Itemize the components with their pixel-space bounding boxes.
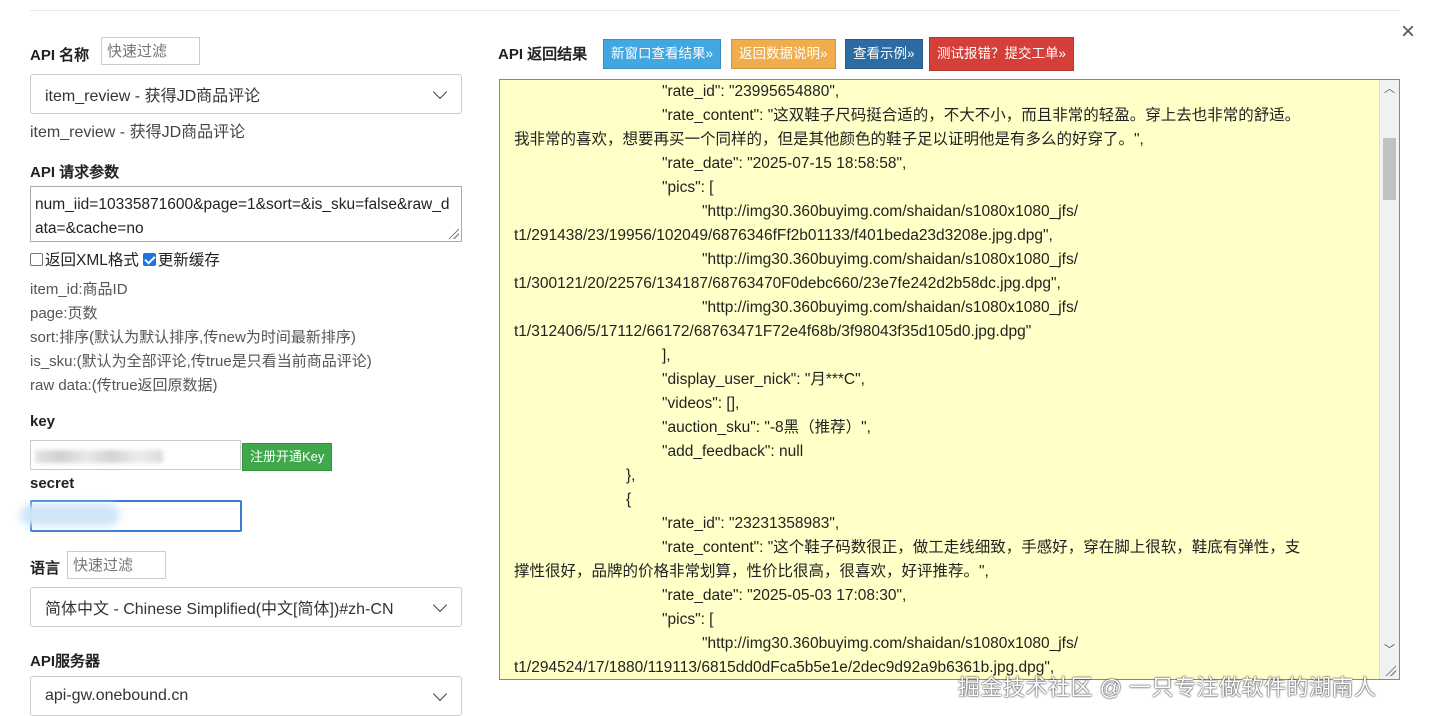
result-line: "auction_sku": "-8黑（推荐）",: [662, 419, 871, 436]
register-key-button[interactable]: 注册开通Key: [242, 443, 333, 471]
top-divider: [30, 10, 1400, 11]
result-line: "rate_id": "23995654880",: [662, 83, 840, 100]
resize-handle-icon[interactable]: [1384, 664, 1396, 676]
key-input[interactable]: [30, 440, 241, 470]
submit-ticket-button[interactable]: 测试报错？提交工单»: [929, 37, 1075, 71]
result-line: "pics": [: [662, 611, 714, 628]
params-textarea[interactable]: num_iid=10335871600&page=1&sort=&is_sku=…: [30, 186, 462, 242]
xml-checkbox[interactable]: [30, 252, 43, 266]
result-textarea[interactable]: "rate_id": "23995654880", "rate_content":…: [499, 79, 1400, 680]
data-description-button[interactable]: 返回数据说明»: [731, 39, 836, 69]
chevron-down-icon: [432, 597, 448, 612]
scroll-down-icon[interactable]: ﹀: [1384, 645, 1395, 656]
language-filter-input[interactable]: [67, 551, 166, 579]
cache-checkbox[interactable]: [142, 252, 156, 266]
desc-sort: sort:排序(默认为默认排序,传new为时间最新排序): [30, 329, 356, 346]
api-select[interactable]: item_review - 获得JD商品评论: [30, 74, 462, 114]
language-select-value: 简体中文 - Chinese Simplified(中文[简体])#zh-CN: [45, 601, 394, 618]
result-line: 我非常的喜欢，想要再买一个同样的，但是其他颜色的鞋子足以证明他是有多么的好穿了。…: [514, 131, 1144, 148]
result-line: t1/291438/23/19956/102049/6876346fFf2b01…: [514, 227, 1053, 244]
result-title: API 返回结果: [498, 46, 588, 63]
result-line: "http://img30.360buyimg.com/shaidan/s108…: [702, 203, 1079, 220]
result-line: 撑性很好，品牌的价格非常划算，性价比很高，很喜欢，好评推荐。",: [514, 563, 989, 580]
desc-is-sku: is_sku:(默认为全部评论,传true是只看当前商品评论): [30, 353, 372, 370]
open-new-window-button[interactable]: 新窗口查看结果»: [603, 39, 722, 69]
view-example-button[interactable]: 查看示例»: [845, 39, 923, 69]
watermark: 掘金技术社区 @ 一只专注做软件的湖南人: [958, 675, 1377, 700]
desc-raw-data: raw data:(传true返回原数据): [30, 377, 218, 394]
secret-label: secret: [30, 475, 75, 492]
scroll-thumb[interactable]: [1383, 138, 1396, 200]
result-line: "add_feedback": null: [662, 443, 804, 460]
result-content: "rate_id": "23995654880", "rate_content":…: [514, 80, 1372, 679]
params-value: num_iid=10335871600&page=1&sort=&is_sku=…: [35, 196, 450, 237]
params-label: API 请求参数: [30, 164, 120, 181]
chevron-down-icon: [432, 686, 448, 701]
result-line: t1/300121/20/22576/134187/68763470F0debc…: [514, 275, 1061, 292]
result-line: },: [626, 467, 636, 484]
result-line: "rate_content": "这双鞋子尺码挺合适的，不大不小，而且非常的轻盈…: [662, 107, 1301, 124]
resize-handle-icon[interactable]: [447, 227, 459, 239]
server-label: API服务器: [30, 653, 101, 670]
result-scrollbar[interactable]: ︿ ﹀: [1379, 80, 1399, 679]
result-line: "http://img30.360buyimg.com/shaidan/s108…: [702, 299, 1079, 316]
result-line: "http://img30.360buyimg.com/shaidan/s108…: [702, 251, 1079, 268]
api-select-value: item_review - 获得JD商品评论: [45, 88, 261, 105]
xml-checkbox-label: 返回XML格式: [45, 252, 139, 269]
result-line: "rate_date": "2025-05-03 17:08:30",: [662, 587, 907, 604]
result-line: {: [626, 491, 632, 508]
result-line: "rate_content": "这个鞋子码数很正，做工走线细致，手感好，穿在脚…: [662, 539, 1301, 556]
key-redacted: [35, 450, 163, 463]
result-line: ],: [662, 347, 671, 364]
chevron-down-icon: [432, 84, 448, 99]
result-line: "rate_id": "23231358983",: [662, 515, 840, 532]
result-line: "http://img30.360buyimg.com/shaidan/s108…: [702, 635, 1079, 652]
param-descriptions: item_id:商品ID page:页数 sort:排序(默认为默认排序,传ne…: [30, 278, 372, 398]
desc-item: item_id:商品ID: [30, 281, 128, 298]
api-name-label: API 名称: [30, 47, 90, 64]
server-select[interactable]: api-gw.onebound.cn: [30, 676, 462, 716]
server-select-value: api-gw.onebound.cn: [45, 687, 189, 704]
api-name-filter-input[interactable]: [101, 37, 200, 65]
language-label: 语言: [30, 560, 61, 577]
result-line: "pics": [: [662, 179, 714, 196]
api-selected-text: item_review - 获得JD商品评论: [30, 124, 246, 141]
language-select[interactable]: 简体中文 - Chinese Simplified(中文[简体])#zh-CN: [30, 587, 462, 627]
secret-redacted: [20, 504, 120, 526]
cache-checkbox-label: 更新缓存: [157, 252, 220, 269]
secret-input[interactable]: [20, 500, 242, 532]
result-line: "videos": [],: [662, 395, 740, 412]
result-line: "rate_date": "2025-07-15 18:58:58",: [662, 155, 907, 172]
options-row: 返回XML格式 更新缓存: [30, 248, 220, 270]
scroll-up-icon[interactable]: ︿: [1384, 84, 1395, 95]
result-line: t1/312406/5/17112/66172/68763471F72e4f68…: [514, 323, 1032, 340]
close-icon[interactable]: ×: [1396, 20, 1420, 44]
desc-page: page:页数: [30, 305, 98, 322]
key-label: key: [30, 413, 56, 430]
result-line: "display_user_nick": "月***C",: [662, 371, 865, 388]
